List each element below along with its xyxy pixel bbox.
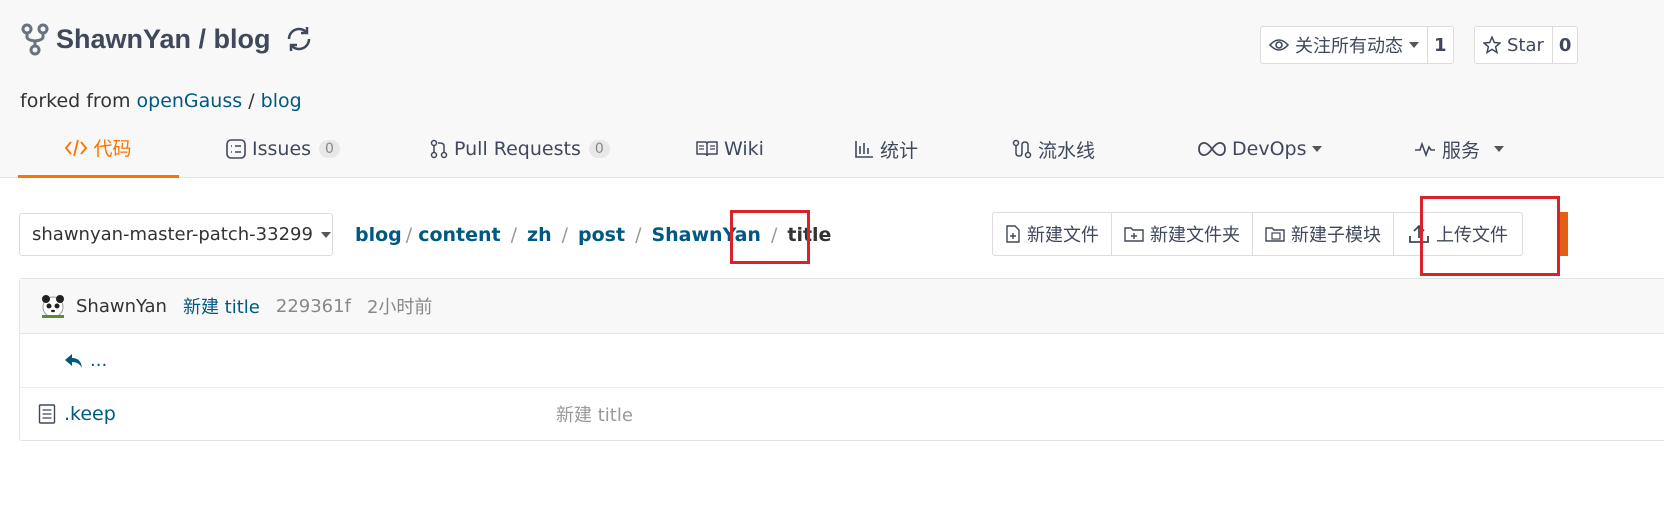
bar-chart-icon xyxy=(855,141,873,158)
new-folder-label: 新建文件夹 xyxy=(1150,225,1240,246)
star-count[interactable]: 0 xyxy=(1551,27,1578,63)
file-name-link[interactable]: .keep xyxy=(64,403,116,425)
tab-pull-requests[interactable]: Pull Requests 0 xyxy=(430,120,610,178)
chevron-down-icon xyxy=(1312,146,1323,152)
watch-group: 关注所有动态 1 xyxy=(1260,26,1454,64)
chevron-down-icon xyxy=(320,231,331,238)
tab-wiki[interactable]: Wiki xyxy=(696,120,764,178)
tab-devops[interactable]: DevOps xyxy=(1198,120,1323,178)
latest-commit-row: ShawnYan 新建 title 229361f 2小时前 xyxy=(20,279,1664,334)
issues-icon xyxy=(226,139,246,159)
branch-select[interactable]: shawnyan-master-patch-33299 xyxy=(19,213,333,256)
tab-pull-requests-label: Pull Requests xyxy=(454,138,581,160)
tab-services[interactable]: 服务 xyxy=(1414,120,1505,178)
commit-sha[interactable]: 229361f xyxy=(276,296,351,317)
pull-requests-count-badge: 0 xyxy=(588,140,610,158)
tab-wiki-label: Wiki xyxy=(724,138,764,160)
repo-header: ShawnYan / blog forked from openGauss / … xyxy=(0,0,1664,178)
new-submodule-label: 新建子模块 xyxy=(1291,225,1381,246)
tab-code-label: 代码 xyxy=(93,138,132,160)
breadcrumb-sep: / xyxy=(405,224,413,246)
pipeline-icon xyxy=(1012,139,1032,159)
highlight-box-title xyxy=(730,210,810,264)
eye-icon xyxy=(1269,39,1289,51)
table-row: .keep 新建 title xyxy=(20,388,1664,440)
forked-sep: / xyxy=(248,90,255,112)
breadcrumb-post[interactable]: post xyxy=(578,224,625,246)
watch-count[interactable]: 1 xyxy=(1427,27,1453,63)
commit-time: 2小时前 xyxy=(366,297,433,318)
tab-pipeline[interactable]: 流水线 xyxy=(1012,120,1095,178)
star-icon xyxy=(1483,36,1501,54)
tab-devops-label: DevOps xyxy=(1232,138,1307,160)
forked-repo-link[interactable]: blog xyxy=(261,90,302,112)
clone-button-edge[interactable] xyxy=(1560,212,1568,256)
breadcrumb-sep: / xyxy=(561,224,569,246)
folder-plus-icon xyxy=(1124,227,1144,242)
watch-label: 关注所有动态 xyxy=(1295,36,1403,57)
star-group: Star 0 xyxy=(1474,26,1579,64)
breadcrumb-zh[interactable]: zh xyxy=(527,224,552,246)
breadcrumb-blog[interactable]: blog xyxy=(355,224,402,246)
breadcrumb-sep: / xyxy=(635,224,642,246)
new-folder-button[interactable]: 新建文件夹 xyxy=(1112,213,1253,255)
forked-owner-link[interactable]: openGauss xyxy=(137,90,243,112)
new-submodule-button[interactable]: 新建子模块 xyxy=(1253,213,1394,255)
commit-message[interactable]: 新建 title xyxy=(183,293,260,319)
submodule-folder-icon xyxy=(1265,227,1285,242)
breadcrumb-content[interactable]: content xyxy=(418,224,500,246)
tab-statistics[interactable]: 统计 xyxy=(854,120,918,178)
file-text-icon xyxy=(38,404,56,424)
parent-dir-label: ... xyxy=(90,350,108,371)
file-plus-icon xyxy=(1006,225,1020,243)
reply-arrow-icon xyxy=(65,353,82,368)
forked-from: forked from openGauss / blog xyxy=(20,90,302,112)
tab-issues-label: Issues xyxy=(252,138,312,160)
file-commit-message[interactable]: 新建 title xyxy=(556,401,633,427)
file-list: ShawnYan 新建 title 229361f 2小时前 ... .keep… xyxy=(19,278,1664,441)
star-button[interactable]: Star xyxy=(1475,27,1552,63)
forked-prefix: forked from xyxy=(20,90,131,112)
infinity-icon xyxy=(1198,141,1226,157)
avatar[interactable] xyxy=(40,293,66,319)
repo-tabs: 代码 Issues 0 Pull Requests 0 Wiki 统计 流水线 … xyxy=(18,120,1664,178)
highlight-box-upload xyxy=(1420,196,1560,276)
parent-dir-row[interactable]: ... xyxy=(20,334,1664,388)
commit-author[interactable]: ShawnYan xyxy=(76,296,167,317)
watch-button[interactable]: 关注所有动态 xyxy=(1261,27,1427,63)
breadcrumb-sep: / xyxy=(510,224,518,246)
tab-pipeline-label: 流水线 xyxy=(1038,139,1096,162)
book-icon xyxy=(696,141,718,157)
repo-title-row: ShawnYan / blog xyxy=(20,22,315,56)
tab-code[interactable]: 代码 xyxy=(18,120,179,178)
chevron-down-icon xyxy=(1409,42,1419,48)
fork-icon xyxy=(20,22,50,56)
code-icon xyxy=(65,139,88,156)
tab-statistics-label: 统计 xyxy=(880,139,919,162)
new-file-button[interactable]: 新建文件 xyxy=(993,213,1112,255)
pull-request-icon xyxy=(430,139,448,159)
issues-count-badge: 0 xyxy=(319,140,340,158)
sync-icon[interactable] xyxy=(283,23,315,55)
pulse-icon xyxy=(1415,141,1435,158)
tab-issues[interactable]: Issues 0 xyxy=(226,120,340,178)
chevron-down-icon xyxy=(1494,146,1505,152)
new-file-label: 新建文件 xyxy=(1027,225,1099,246)
star-label: Star xyxy=(1507,34,1544,56)
tab-services-label: 服务 xyxy=(1442,139,1481,162)
branch-name: shawnyan-master-patch-33299 xyxy=(32,224,313,245)
repo-title[interactable]: ShawnYan / blog xyxy=(56,24,271,55)
